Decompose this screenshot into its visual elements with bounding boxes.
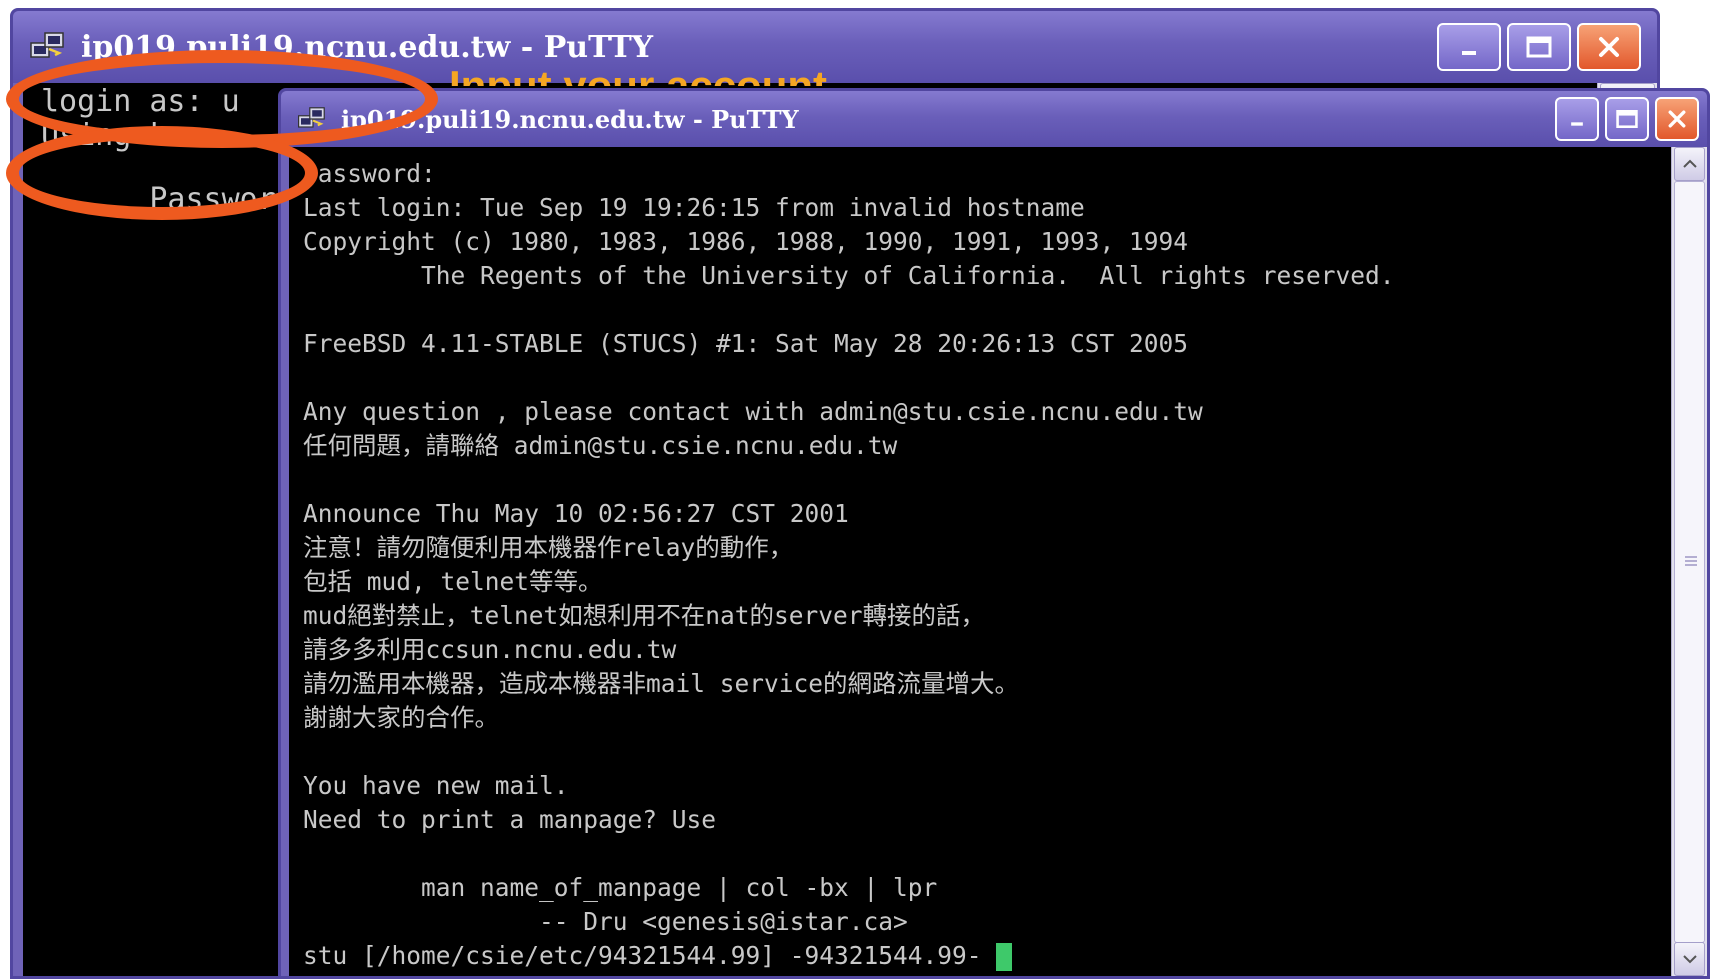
terminal-line-text: stu [/home/csie/etc/94321544.99] -943215… — [303, 941, 997, 970]
terminal-line-text: -- Dru <genesis@istar.ca> — [303, 907, 908, 936]
title-bar[interactable]: ip019.puli19.ncnu.edu.tw - PuTTY — [281, 91, 1707, 147]
scroll-down-icon — [1682, 955, 1697, 964]
terminal-line-text: 謝謝大家的合作。 — [303, 703, 499, 732]
terminal-line: FreeBSD 4.11-STABLE (STUCS) #1: Sat May … — [303, 327, 1395, 361]
terminal-line-text: 請多多利用ccsun.ncnu.edu.tw — [303, 635, 677, 664]
scroll-thumb[interactable] — [1674, 181, 1705, 943]
maximize-button[interactable] — [1605, 97, 1649, 141]
scroll-up-icon — [1682, 159, 1697, 168]
scroll-up-button[interactable] — [1674, 147, 1705, 181]
terminal-line-text: Last login: Tue Sep 19 19:26:15 from inv… — [303, 193, 1085, 222]
terminal-line-text: Any question , please contact with admin… — [303, 397, 1203, 426]
terminal-line: Password: — [303, 157, 1395, 191]
terminal-line: Copyright (c) 1980, 1983, 1986, 1988, 19… — [303, 225, 1395, 259]
terminal-line: Announce Thu May 10 02:56:27 CST 2001 — [303, 497, 1395, 531]
terminal-line: 注意！請勿隨便利用本機器作relay的動作， — [303, 531, 1395, 565]
terminal-cursor — [996, 943, 1013, 971]
terminal-line: The Regents of the University of Califor… — [303, 259, 1395, 293]
terminal-line-text: 注意！請勿隨便利用本機器作relay的動作， — [303, 533, 794, 562]
terminal-line-text: man name_of_manpage | col -bx | lpr — [303, 873, 938, 902]
terminal-line-text: 包括 mud, telnet等等。 — [303, 567, 603, 596]
terminal-line-text: mud絕對禁止，telnet如想利用不在nat的server轉接的話， — [303, 601, 986, 630]
terminal-output: Password: Last login: Tue Sep 19 19:26:15… — [303, 157, 1395, 973]
terminal-line: stu [/home/csie/etc/94321544.99] -943215… — [303, 939, 1395, 973]
terminal-line: 請勿濫用本機器，造成本機器非mail service的網路流量增大。 — [303, 667, 1395, 701]
terminal-line: Last login: Tue Sep 19 19:26:15 from inv… — [303, 191, 1395, 225]
password-highlight-ellipse — [6, 126, 318, 220]
terminal-line: man name_of_manpage | col -bx | lpr — [303, 871, 1395, 905]
maximize-icon — [1526, 36, 1552, 58]
terminal-line: mud絕對禁止，telnet如想利用不在nat的server轉接的話， — [303, 599, 1395, 633]
terminal-line: -- Dru <genesis@istar.ca> — [303, 905, 1395, 939]
terminal-line-text: 任何問題，請聯絡 admin@stu.csie.ncnu.edu.tw — [303, 431, 898, 460]
minimize-icon — [1462, 51, 1476, 55]
close-icon — [1668, 110, 1686, 128]
terminal-area[interactable]: Password: Last login: Tue Sep 19 19:26:15… — [289, 147, 1671, 976]
terminal-line: 謝謝大家的合作。 — [303, 701, 1395, 735]
maximize-button[interactable] — [1507, 23, 1571, 71]
terminal-line-text: The Regents of the University of Califor… — [303, 261, 1395, 290]
putty-window-front[interactable]: ip019.puli19.ncnu.edu.tw - PuTTY Passwor… — [278, 88, 1710, 979]
vertical-scrollbar[interactable] — [1671, 147, 1707, 976]
terminal-line-text: 請勿濫用本機器，造成本機器非mail service的網路流量增大。 — [303, 669, 1020, 698]
terminal-line: 請多多利用ccsun.ncnu.edu.tw — [303, 633, 1395, 667]
minimize-button[interactable] — [1437, 23, 1501, 71]
terminal-line-text: Copyright (c) 1980, 1983, 1986, 1988, 19… — [303, 227, 1189, 256]
terminal-line: 任何問題，請聯絡 admin@stu.csie.ncnu.edu.tw — [303, 429, 1395, 463]
putty-icon — [29, 31, 69, 63]
terminal-line: Need to print a manpage? Use — [303, 803, 1395, 837]
terminal-line-text: FreeBSD 4.11-STABLE (STUCS) #1: Sat May … — [303, 329, 1189, 358]
close-button[interactable] — [1655, 97, 1699, 141]
close-icon — [1599, 37, 1619, 57]
terminal-line: 包括 mud, telnet等等。 — [303, 565, 1395, 599]
terminal-line-text: Announce Thu May 10 02:56:27 CST 2001 — [303, 499, 849, 528]
terminal-line-text: You have new mail. — [303, 771, 569, 800]
terminal-line-text: Password: — [303, 159, 436, 188]
annotation-label: Input your account — [449, 62, 827, 87]
terminal-line-text: Need to print a manpage? Use — [303, 805, 717, 834]
minimize-button[interactable] — [1555, 97, 1599, 141]
scroll-grip-icon — [1685, 556, 1697, 566]
terminal-line: Any question , please contact with admin… — [303, 395, 1395, 429]
close-button[interactable] — [1577, 23, 1641, 71]
maximize-icon — [1616, 110, 1638, 128]
scroll-down-button[interactable] — [1674, 942, 1705, 976]
terminal-line: You have new mail. — [303, 769, 1395, 803]
minimize-icon — [1571, 122, 1583, 126]
